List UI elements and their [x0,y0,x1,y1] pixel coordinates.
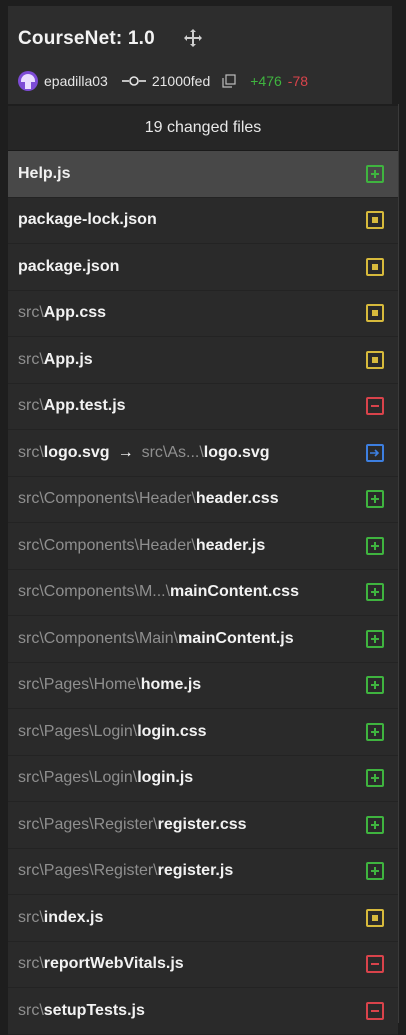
file-dir: src\Pages\Login\ [18,769,138,787]
file-name: mainContent.css [170,583,299,601]
status-added-icon [366,676,384,695]
status-added-icon [366,769,384,788]
file-dir: src\Components\Header\ [18,490,196,508]
file-dir: src\ [18,350,44,368]
file-name: reportWebVitals.js [43,955,184,973]
status-modified-icon [366,257,384,276]
file-new-name: logo.svg [203,443,270,461]
file-dir: src\Components\Header\ [18,536,196,554]
file-name: package.json [18,257,120,275]
file-name: package-lock.json [18,211,157,229]
file-row[interactable]: package.json [8,244,398,291]
status-modified-icon [366,211,384,230]
file-dir: src\ [18,1001,44,1019]
file-name: index.js [43,908,104,926]
changes-panel: CourseNet: 1.0 epadilla03 21000fed +476 … [0,0,406,1035]
file-dir: src\ [18,397,44,415]
file-dir: src\ [18,304,44,322]
commit-sha: 21000fed [151,73,211,89]
file-name: register.js [157,862,234,880]
file-dir: src\ [18,443,44,461]
status-deleted-icon [366,955,384,974]
status-modified-icon [366,304,384,323]
status-added-icon [366,862,384,881]
status-deleted-icon [366,1001,384,1020]
author-name: epadilla03 [44,73,108,89]
file-dir: src\ [18,908,44,926]
file-name: App.js [43,350,93,368]
file-dir: src\Components\M...\ [18,583,171,601]
file-row[interactable]: src\ reportWebVitals.js [8,941,398,988]
file-row[interactable]: src\Components\Main\ mainContent.js [8,616,398,663]
file-name: header.css [195,490,279,508]
commit-meta: epadilla03 21000fed +476 -78 [18,69,308,93]
additions-count: +476 [250,73,282,89]
file-name: home.js [140,676,202,694]
status-added-icon [366,815,384,834]
file-name: mainContent.js [178,629,294,647]
file-row[interactable]: src\Pages\Login\ login.js [8,755,398,802]
file-row[interactable]: src\ logo.svg → src\As...\ logo.svg [8,430,398,477]
file-row[interactable]: src\Pages\Register\ register.js [8,848,398,895]
file-dir: src\Pages\Login\ [18,722,138,740]
file-row[interactable]: src\ App.js [8,337,398,384]
file-row[interactable]: src\Pages\Login\ login.css [8,709,398,756]
commit-header: CourseNet: 1.0 epadilla03 21000fed +476 … [8,6,392,104]
file-dir: src\Components\Main\ [18,629,179,647]
status-renamed-icon [366,443,384,462]
status-added-icon [366,536,384,555]
scrollbar[interactable] [398,104,406,1023]
file-row[interactable]: src\ index.js [8,895,398,942]
file-name: Help.js [18,164,71,182]
rename-arrow-icon: → [117,443,134,461]
file-dir: src\Pages\Home\ [18,676,141,694]
avatar [18,71,38,91]
file-row[interactable]: src\ App.test.js [8,383,398,430]
file-row[interactable]: src\Components\Header\ header.css [8,476,398,523]
status-added-icon [366,164,384,183]
file-dir: src\Pages\Register\ [18,815,158,833]
status-added-icon [366,629,384,648]
file-row[interactable]: Help.js [8,151,398,198]
status-deleted-icon [366,397,384,416]
file-row[interactable]: src\Components\Header\ header.js [8,523,398,570]
file-name: header.js [195,536,266,554]
file-row[interactable]: package-lock.json [8,197,398,244]
commit-title: CourseNet: 1.0 [18,28,155,49]
file-name: App.test.js [43,397,126,415]
file-name: login.js [137,769,194,787]
deletions-count: -78 [287,73,309,89]
status-modified-icon [366,908,384,927]
file-row[interactable]: src\Pages\Register\ register.css [8,802,398,849]
commit-icon [121,76,146,86]
changed-files-list: Help.js package-lock.json package.json src\… [8,151,398,1035]
file-name: login.css [137,722,207,740]
status-added-icon [366,490,384,509]
file-name: App.css [43,304,107,322]
move-icon[interactable] [183,28,203,48]
file-name: logo.svg [43,443,110,461]
status-added-icon [366,722,384,741]
file-name: register.css [157,815,247,833]
status-added-icon [366,583,384,602]
file-row[interactable]: src\ setupTests.js [8,988,398,1035]
file-dir: src\ [18,955,44,973]
file-row[interactable]: src\Components\M...\ mainContent.css [8,569,398,616]
file-row[interactable]: src\ App.css [8,290,398,337]
status-modified-icon [366,350,384,369]
file-row[interactable]: src\Pages\Home\ home.js [8,662,398,709]
file-new-dir: src\As...\ [141,443,204,461]
file-name: setupTests.js [43,1001,145,1019]
changed-files-count: 19 changed files [8,106,398,151]
file-dir: src\Pages\Register\ [18,862,158,880]
copy-icon[interactable] [222,74,236,88]
